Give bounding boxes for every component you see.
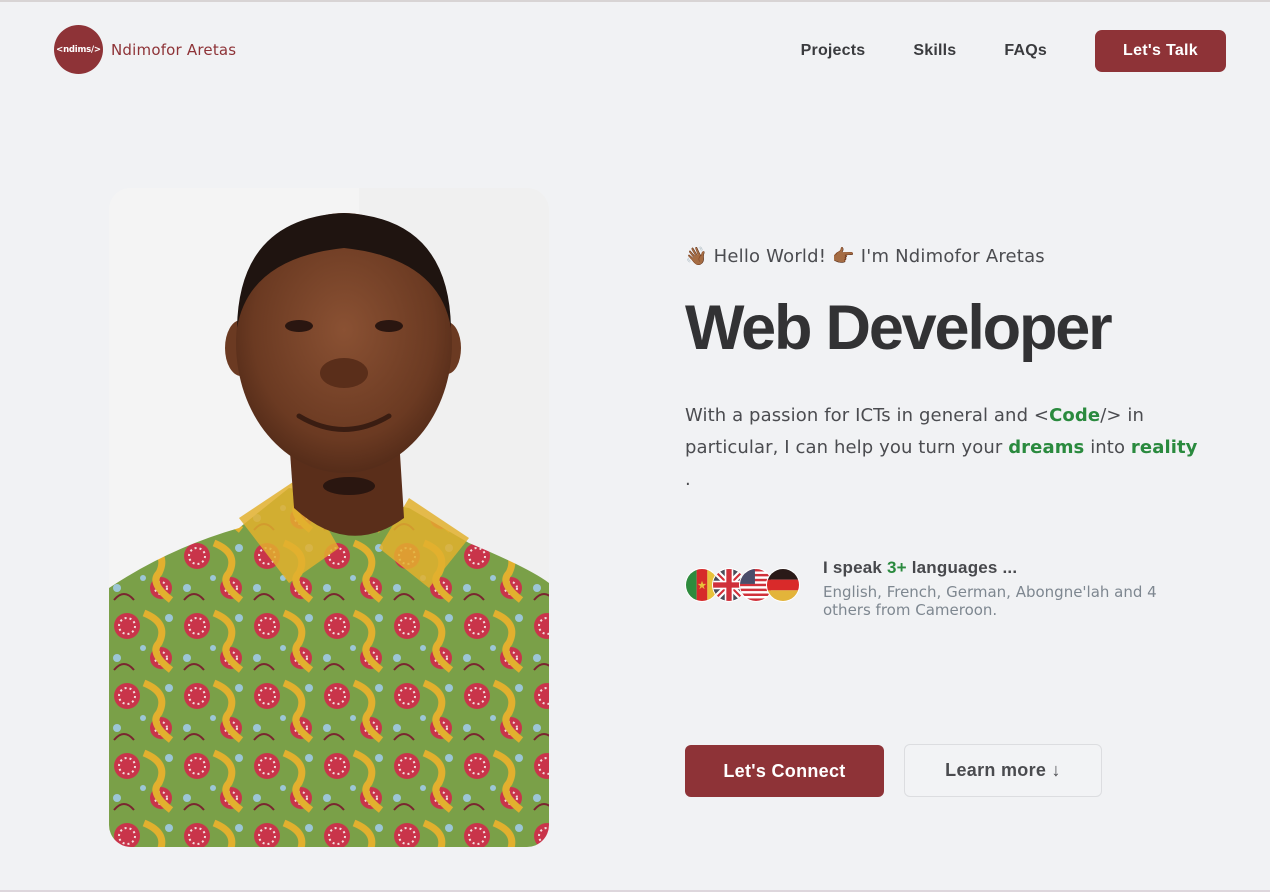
brand-link[interactable]: <ndims/> Ndimofor Aretas — [54, 25, 236, 74]
nav-projects[interactable]: Projects — [801, 42, 866, 60]
flag-group — [685, 568, 800, 602]
languages-heading: I speak 3+ languages ... — [823, 558, 1203, 578]
nav-faqs[interactable]: FAQs — [1004, 42, 1047, 60]
brand-name: Ndimofor Aretas — [111, 40, 237, 59]
cta-group: Let's Connect Learn more ↓ — [685, 744, 1102, 797]
logo: <ndims/> — [54, 25, 103, 74]
desc-text: . — [685, 469, 691, 490]
pointing-hand-icon: 👉🏾 — [832, 245, 855, 267]
learn-more-button[interactable]: Learn more ↓ — [904, 744, 1102, 797]
languages-heading-suffix: languages ... — [906, 558, 1018, 577]
dreams-highlight: dreams — [1008, 437, 1085, 458]
reality-highlight: reality — [1130, 437, 1198, 458]
lets-talk-button[interactable]: Let's Talk — [1095, 30, 1226, 72]
desc-text: With a passion for ICTs in general and < — [685, 405, 1050, 426]
languages-heading-prefix: I speak — [823, 558, 887, 577]
hero-description: With a passion for ICTs in general and <… — [685, 400, 1205, 496]
germany-flag-icon — [766, 568, 800, 602]
greeting-name: I'm Ndimofor Aretas — [860, 245, 1045, 267]
profile-photo — [109, 188, 549, 847]
greeting-hello: Hello World! — [713, 245, 827, 267]
page-title: Web Developer — [685, 293, 1113, 363]
logo-text: <ndims/> — [56, 44, 101, 55]
desc-text: into — [1084, 437, 1131, 458]
waving-hand-icon: 👋🏾 — [685, 245, 708, 267]
site-header: <ndims/> Ndimofor Aretas Projects Skills… — [0, 2, 1270, 100]
languages-section: I speak 3+ languages ... English, French… — [685, 558, 1203, 619]
main-nav: Projects Skills FAQs Let's Talk — [801, 30, 1226, 72]
nav-skills[interactable]: Skills — [913, 42, 956, 60]
hero-section: 👋🏾 Hello World! 👉🏾 I'm Ndimofor Aretas W… — [685, 242, 1225, 496]
languages-count: 3+ — [886, 558, 907, 577]
portrait-illustration — [109, 188, 549, 847]
languages-text: I speak 3+ languages ... English, French… — [823, 558, 1203, 619]
code-highlight: Code — [1049, 405, 1101, 426]
languages-list: English, French, German, Abongne'lah and… — [823, 583, 1157, 619]
lets-connect-button[interactable]: Let's Connect — [685, 745, 884, 797]
greeting: 👋🏾 Hello World! 👉🏾 I'm Ndimofor Aretas — [685, 242, 1225, 270]
